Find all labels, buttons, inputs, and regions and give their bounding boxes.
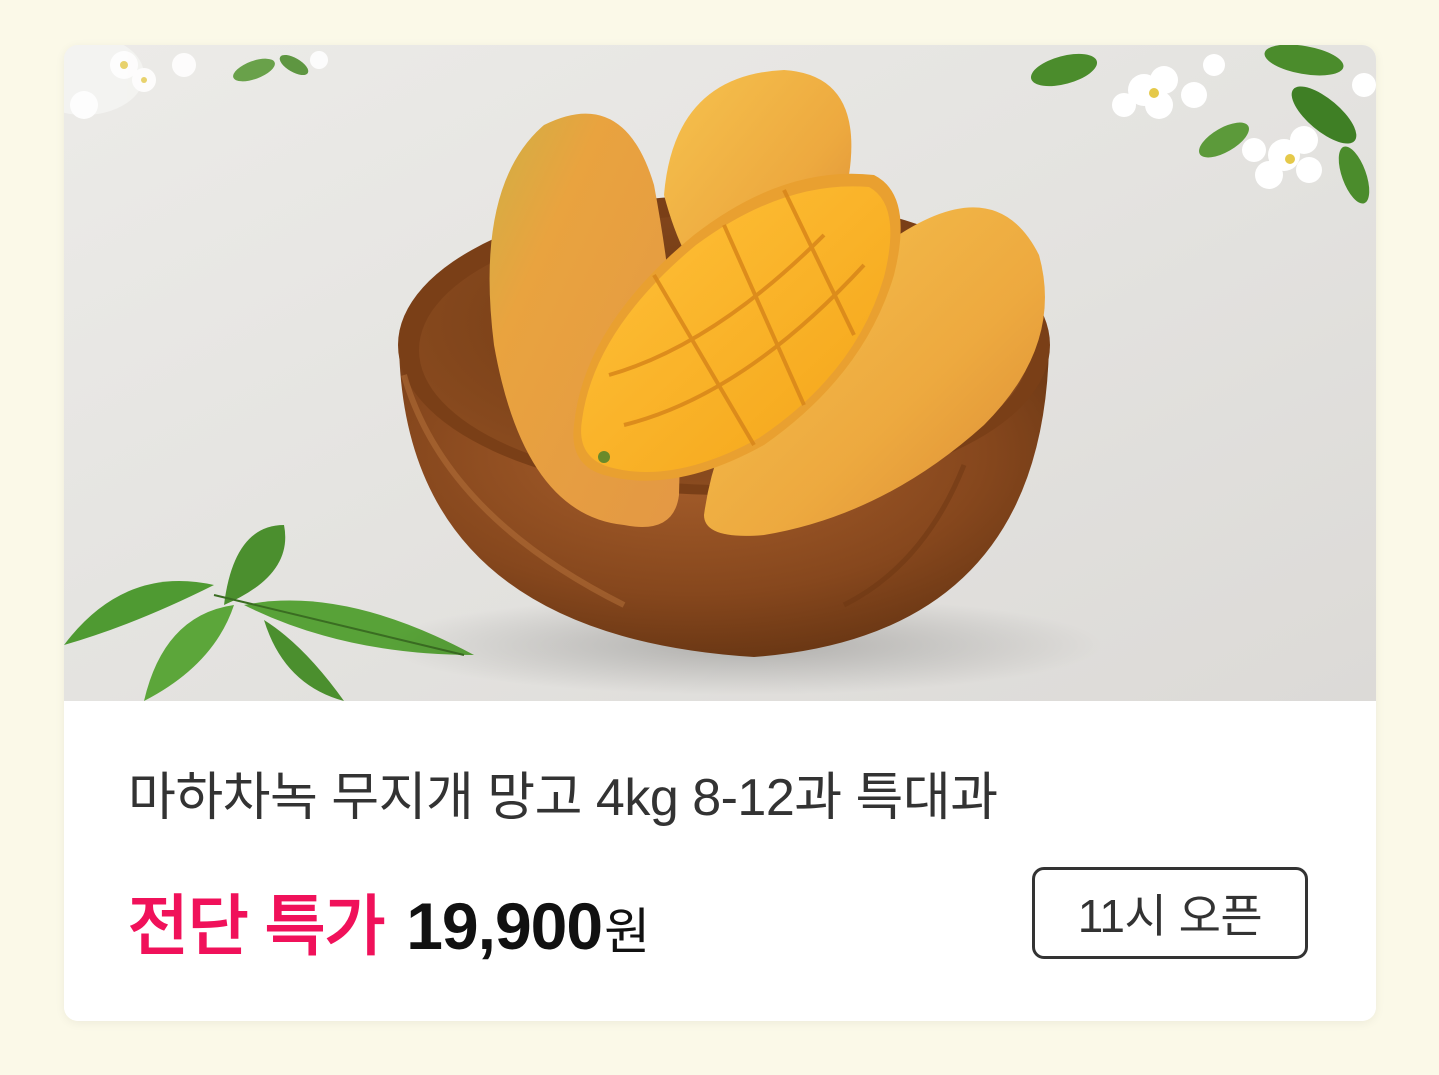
price-unit: 원 bbox=[604, 904, 651, 960]
price-value: 19,900 bbox=[406, 889, 603, 963]
product-info: 마하차녹 무지개 망고 4kg 8-12과 특대과 전단 특가 19,900 원… bbox=[64, 701, 1376, 1021]
product-image[interactable] bbox=[64, 45, 1376, 701]
deal-label: 전단 특가 bbox=[128, 889, 385, 963]
price-row: 전단 특가 19,900 원 bbox=[128, 873, 650, 963]
product-title[interactable]: 마하차녹 무지개 망고 4kg 8-12과 특대과 bbox=[128, 767, 998, 829]
open-time-button[interactable]: 11시 오픈 bbox=[1032, 867, 1308, 959]
product-card[interactable]: 마하차녹 무지개 망고 4kg 8-12과 특대과 전단 특가 19,900 원… bbox=[64, 45, 1376, 1021]
